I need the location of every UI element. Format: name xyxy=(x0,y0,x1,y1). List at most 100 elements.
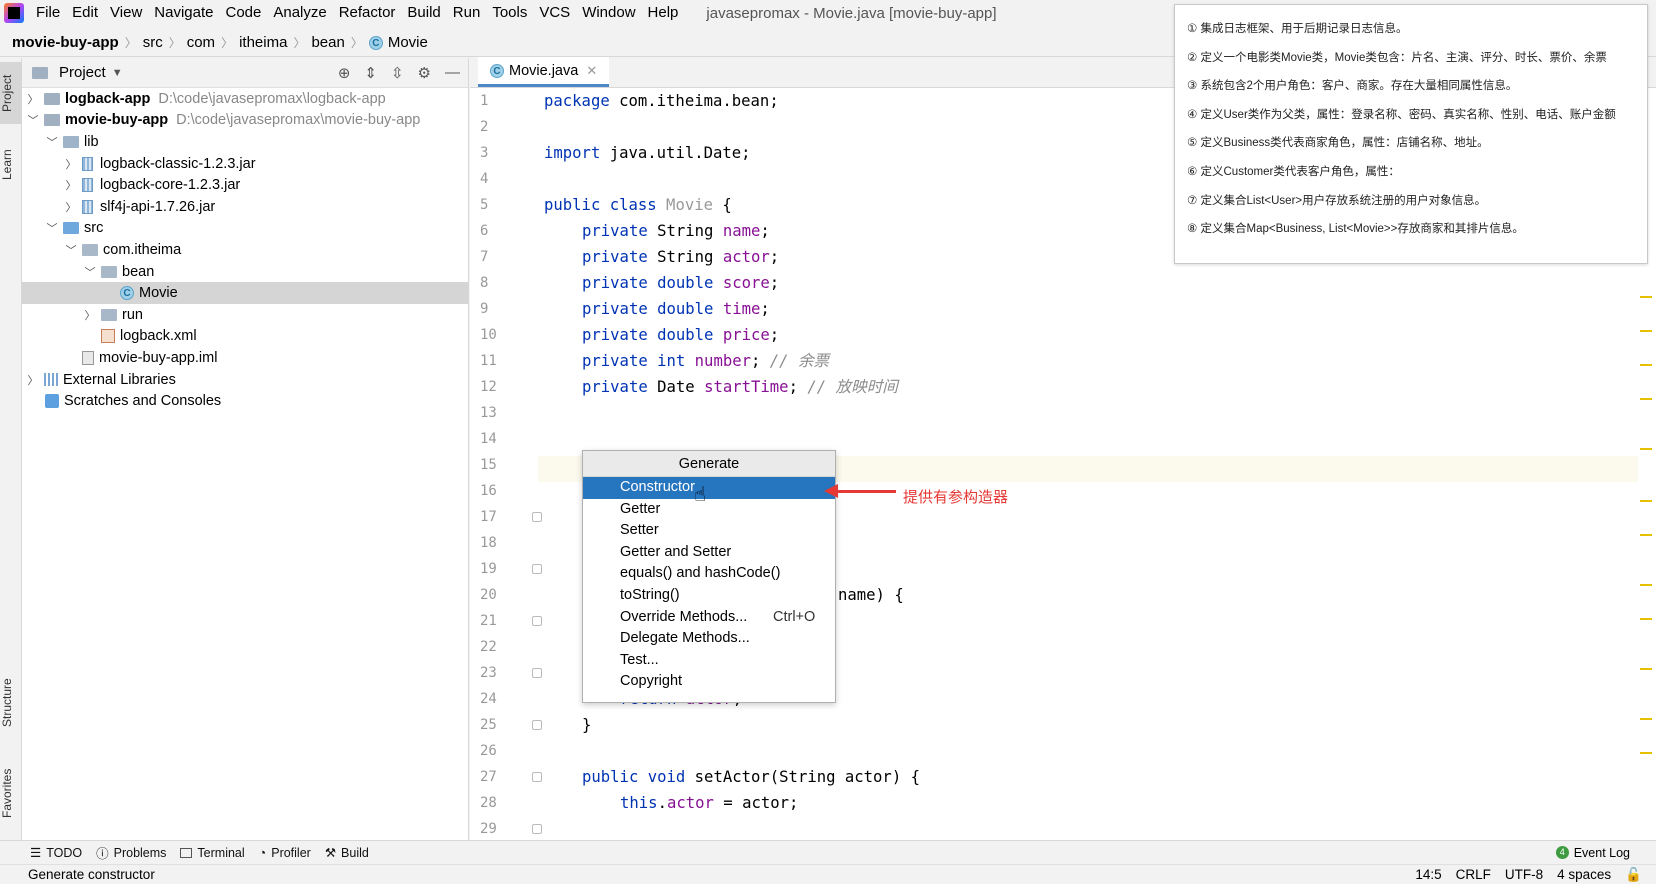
tree-item-jar[interactable]: 〉 slf4j-api-1.7.26.jar xyxy=(22,196,468,218)
chevron-down-icon[interactable]: ﹀ xyxy=(45,134,59,150)
menu-window[interactable]: Window xyxy=(576,0,641,26)
chevron-right-icon[interactable]: 〉 xyxy=(26,91,40,107)
menu-navigate[interactable]: Navigate xyxy=(148,0,219,26)
menu-edit[interactable]: Edit xyxy=(66,0,104,26)
gear-icon[interactable]: ⚙ xyxy=(418,64,431,82)
tool-todo[interactable]: ☰ TODO xyxy=(30,845,82,861)
menu-refactor[interactable]: Refactor xyxy=(333,0,402,26)
chevron-right-icon[interactable]: 〉 xyxy=(64,199,78,215)
chevron-down-icon[interactable]: ﹀ xyxy=(45,220,59,236)
breadcrumb-movie[interactable]: Movie xyxy=(388,34,428,51)
chevron-right-icon[interactable]: 〉 xyxy=(64,156,78,172)
line-separator[interactable]: CRLF xyxy=(1456,867,1491,883)
menu-view[interactable]: View xyxy=(104,0,148,26)
event-log-button[interactable]: 4 Event Log xyxy=(1555,846,1630,860)
popup-item-setter[interactable]: Setter xyxy=(583,520,835,542)
warning-marker[interactable] xyxy=(1640,364,1652,366)
file-encoding[interactable]: UTF-8 xyxy=(1505,867,1543,883)
project-panel-title[interactable]: Project xyxy=(59,64,106,81)
indent-setting[interactable]: 4 spaces xyxy=(1557,867,1611,883)
popup-item-delegate-methods[interactable]: Delegate Methods... xyxy=(583,628,835,650)
tree-item-label: bean xyxy=(122,263,155,280)
source-folder-icon xyxy=(63,222,79,235)
popup-item-override-methods[interactable]: Override Methods... Ctrl+O xyxy=(583,607,835,629)
chevron-down-icon[interactable]: ▼ xyxy=(112,67,123,79)
collapse-all-icon[interactable]: ⇳ xyxy=(391,64,404,82)
menu-file[interactable]: File xyxy=(30,0,66,26)
tree-item-jar[interactable]: 〉 logback-classic-1.2.3.jar xyxy=(22,153,468,175)
tree-item-src[interactable]: ﹀ src xyxy=(22,218,468,240)
tree-item-jar[interactable]: 〉 logback-core-1.2.3.jar xyxy=(22,174,468,196)
tool-label: Terminal xyxy=(197,845,245,860)
warning-marker[interactable] xyxy=(1640,330,1652,332)
breadcrumb-bean[interactable]: bean xyxy=(311,34,344,51)
tree-item-package[interactable]: 〉 run xyxy=(22,304,468,326)
stripe-learn[interactable]: Learn xyxy=(0,140,22,190)
tree-item-scratches[interactable]: Scratches and Consoles xyxy=(22,390,468,412)
tree-item-external-libraries[interactable]: 〉 External Libraries xyxy=(22,369,468,391)
lock-icon[interactable]: 🔓 xyxy=(1625,867,1642,883)
chevron-right-icon[interactable]: 〉 xyxy=(83,307,97,323)
popup-item-getter[interactable]: Getter xyxy=(583,499,835,521)
warning-marker[interactable] xyxy=(1640,752,1652,754)
build-hammer-icon: ⚒ xyxy=(324,846,337,860)
tool-problems[interactable]: ⓘ Problems xyxy=(96,843,166,862)
tree-item-package[interactable]: ﹀ bean xyxy=(22,261,468,283)
warning-marker[interactable] xyxy=(1640,618,1652,620)
chevron-down-icon[interactable]: ﹀ xyxy=(26,112,40,128)
stripe-structure[interactable]: Structure xyxy=(0,668,22,738)
note-item: ⑥ 定义Customer类代表客户角色，属性： xyxy=(1187,165,1400,178)
tree-item-file[interactable]: logback.xml xyxy=(22,326,468,348)
warning-marker[interactable] xyxy=(1640,296,1652,298)
tree-item-package[interactable]: ﹀ com.itheima xyxy=(22,239,468,261)
tree-item-movie-buy-app[interactable]: ﹀ movie-buy-app D:\code\javasepromax\mov… xyxy=(22,110,468,132)
popup-item-equals-hashcode[interactable]: equals() and hashCode() xyxy=(583,563,835,585)
tab-movie-java[interactable]: C Movie.java ✕ xyxy=(478,57,610,87)
minimize-icon[interactable]: — xyxy=(445,64,460,82)
stripe-project[interactable]: Project xyxy=(0,62,22,124)
tree-item-file[interactable]: movie-buy-app.iml xyxy=(22,347,468,369)
warning-marker[interactable] xyxy=(1640,500,1652,502)
caret-position[interactable]: 14:5 xyxy=(1415,867,1441,883)
locate-icon[interactable]: ⊕ xyxy=(338,64,351,82)
chevron-down-icon[interactable]: ﹀ xyxy=(64,242,78,258)
popup-item-tostring[interactable]: toString() xyxy=(583,585,835,607)
popup-item-test[interactable]: Test... xyxy=(583,650,835,672)
popup-item-copyright[interactable]: Copyright xyxy=(583,671,835,693)
popup-item-getter-setter[interactable]: Getter and Setter xyxy=(583,542,835,564)
breadcrumb-itheima[interactable]: itheima xyxy=(239,34,287,51)
tree-item-label: movie-buy-app.iml xyxy=(99,349,218,366)
menu-help[interactable]: Help xyxy=(642,0,685,26)
menu-run[interactable]: Run xyxy=(447,0,487,26)
warning-marker[interactable] xyxy=(1640,448,1652,450)
chevron-right-icon[interactable]: 〉 xyxy=(64,177,78,193)
generate-popup: Generate Constructor Getter Setter Gette… xyxy=(582,450,836,703)
menu-code[interactable]: Code xyxy=(219,0,267,26)
menu-analyze[interactable]: Analyze xyxy=(267,0,332,26)
tree-item-lib[interactable]: ﹀ lib xyxy=(22,131,468,153)
annotation-arrow-icon xyxy=(824,484,896,498)
menu-vcs[interactable]: VCS xyxy=(533,0,576,26)
warning-marker[interactable] xyxy=(1640,668,1652,670)
warning-marker[interactable] xyxy=(1640,534,1652,536)
chevron-right-icon[interactable]: 〉 xyxy=(26,372,40,388)
breadcrumb-src[interactable]: src xyxy=(143,34,163,51)
popup-item-constructor[interactable]: Constructor xyxy=(583,477,835,499)
tool-profiler[interactable]: ◔ Profiler xyxy=(259,846,311,860)
warning-marker[interactable] xyxy=(1640,718,1652,720)
tool-terminal[interactable]: Terminal xyxy=(180,845,245,860)
tool-build[interactable]: ⚒ Build xyxy=(324,845,369,861)
tree-item-movie[interactable]: C Movie xyxy=(22,282,468,304)
warning-marker[interactable] xyxy=(1640,584,1652,586)
expand-all-icon[interactable]: ⇕ xyxy=(364,64,377,82)
breadcrumb-com[interactable]: com xyxy=(187,34,215,51)
menu-build[interactable]: Build xyxy=(401,0,446,26)
warning-marker[interactable] xyxy=(1640,398,1652,400)
breadcrumb-project[interactable]: movie-buy-app xyxy=(12,34,119,51)
tree-item-logback-app[interactable]: 〉 logback-app D:\code\javasepromax\logba… xyxy=(22,88,468,110)
chevron-down-icon[interactable]: ﹀ xyxy=(83,264,97,280)
menu-tools[interactable]: Tools xyxy=(486,0,533,26)
close-icon[interactable]: ✕ xyxy=(586,63,597,79)
bottom-tool-bar: ☰ TODO ⓘ Problems Terminal ◔ Profiler ⚒ Buil… xyxy=(0,840,1656,864)
stripe-favorites[interactable]: Favorites xyxy=(0,758,22,828)
